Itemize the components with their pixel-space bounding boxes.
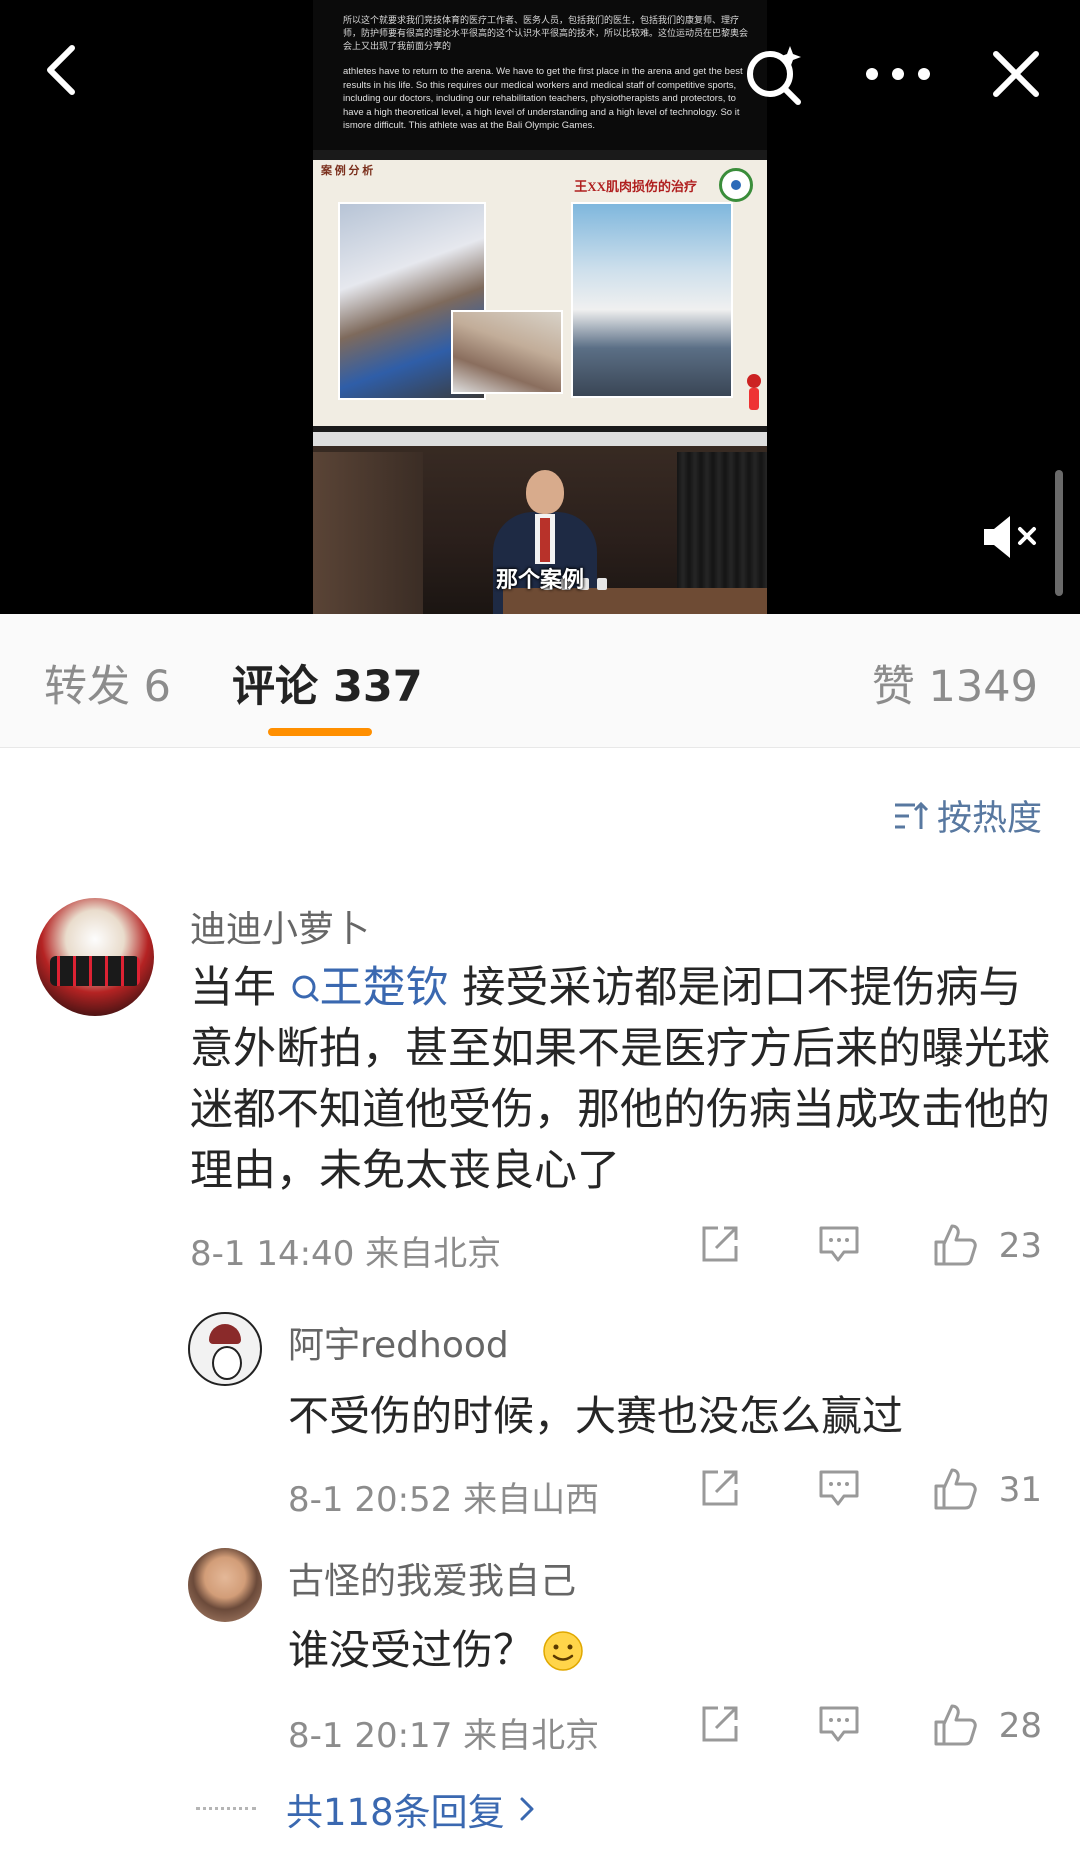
comment-author[interactable]: 迪迪小萝卜 [190,900,370,952]
mascot-icon [743,374,765,412]
share-icon[interactable] [700,1704,742,1744]
more-icon[interactable] [862,58,934,90]
reply-actions: 31 [700,1466,1042,1518]
search-icon [292,975,319,1002]
slide-en-text: athletes have to return to the arena. We… [343,66,743,131]
tab-likes[interactable]: 赞 1349 [872,662,1038,712]
tab-repost[interactable]: 转发 6 [44,662,171,712]
lecture-room-scene: 那个案例 [313,432,767,614]
reply-text: 不受伤的时候，大赛也没怎么赢过 [288,1392,903,1440]
like-count: 23 [998,1226,1042,1266]
reply-author[interactable]: 阿宇redhood [288,1316,509,1368]
sort-icon [894,801,929,829]
smile-emoji-icon [543,1631,583,1671]
slide-cn-text: 所以这个就要求我们竞技体育的医疗工作者、医务人员，包括我们的医生，包括我们的康复… [343,15,749,51]
like-icon[interactable] [932,1466,978,1512]
tab-bar: 转发 6 评论 337 赞 1349 [0,614,1080,748]
reply-author[interactable]: 古怪的我爱我自己 [288,1552,576,1604]
avatar[interactable] [188,1312,262,1386]
share-icon[interactable] [700,1224,742,1264]
reply-meta: 8-1 20:17 来自北京 [288,1716,600,1756]
slide-case-title: 王XX肌肉损伤的治疗 [574,179,697,194]
like-icon[interactable] [932,1222,978,1268]
back-icon[interactable] [38,40,88,100]
comment-icon[interactable] [818,1224,860,1264]
search-sparkle-icon[interactable] [742,42,806,106]
sort-button[interactable]: 按热度 [893,790,1042,841]
like-count: 28 [998,1706,1042,1746]
mention-link[interactable]: 王楚钦 [290,963,449,1013]
more-replies-link[interactable]: 共118条回复 [196,1782,537,1836]
more-replies-label: 共118条回复 [286,1791,505,1834]
reply-actions: 28 [700,1702,1042,1754]
slide-case-label: 案 例 分 析 [321,165,374,177]
video-player[interactable]: 所以这个就要求我们竞技体育的医疗工作者、医务人员，包括我们的医生，包括我们的康复… [0,0,1080,614]
comment-text: 当年 王楚钦 接受采访都是闭口不提伤病与意外断拍，甚至如果不是医疗方后来的曝光球… [190,963,1050,1196]
reply-text: 谁没受过伤？ [288,1616,584,1676]
comment-icon[interactable] [818,1704,860,1744]
sort-label: 按热度 [936,799,1042,839]
video-frame: 所以这个就要求我们竞技体育的医疗工作者、医务人员，包括我们的医生，包括我们的康复… [313,0,767,614]
tab-comments[interactable]: 评论 337 [232,662,423,712]
case-photo [451,310,563,394]
video-subtitle: 那个案例 [495,568,584,593]
comment-meta: 8-1 14:40 来自北京 [190,1234,502,1274]
case-photo [571,202,733,398]
mention-text: 王楚钦 [319,963,449,1013]
avatar[interactable] [188,1548,262,1622]
tab-active-indicator [268,728,372,736]
slide-case-panel: 案 例 分 析 王XX肌肉损伤的治疗 [313,160,767,426]
like-count: 31 [998,1470,1042,1510]
comment-icon[interactable] [818,1468,860,1508]
mute-icon[interactable] [980,512,1042,562]
slide-text-panel: 所以这个就要求我们竞技体育的医疗工作者、医务人员，包括我们的医生，包括我们的康复… [313,0,767,150]
close-icon[interactable] [988,46,1044,102]
like-icon[interactable] [932,1702,978,1748]
reply-meta: 8-1 20:52 来自山西 [288,1480,600,1520]
chevron-right-icon [520,1797,534,1821]
share-icon[interactable] [700,1468,742,1508]
avatar[interactable] [36,898,154,1016]
video-scrollbar[interactable] [1055,470,1063,596]
dotted-divider [196,1807,256,1811]
slide-logo-icon [719,168,753,202]
comment-actions: 23 [700,1222,1042,1274]
